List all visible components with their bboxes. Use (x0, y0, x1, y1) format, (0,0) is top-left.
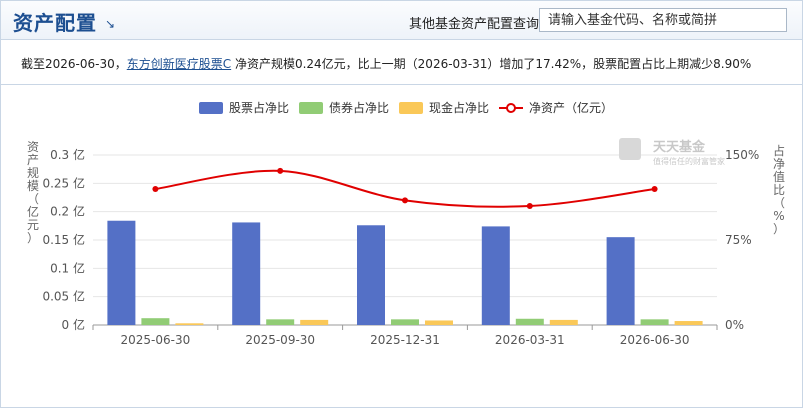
bar-1-0 (141, 318, 170, 325)
right-tick-label: 150% (725, 148, 759, 162)
bar-0-3 (481, 226, 510, 325)
right-axis-title: 占净值比（%） (773, 143, 785, 236)
watermark-name: 天天基金 (653, 139, 706, 155)
watermark: 天天基金 值得信任的财富管家 (619, 138, 725, 166)
bar-2-4 (674, 321, 703, 325)
legend-swatch-0 (199, 102, 223, 114)
left-tick-label: 0 亿 (62, 317, 85, 332)
legend-label-1: 债券占净比 (329, 100, 389, 115)
x-tick-label: 2025-06-30 (121, 333, 191, 347)
right-tick-label: 75% (725, 233, 752, 247)
bar-2-2 (425, 320, 453, 325)
x-tick-label: 2025-09-30 (245, 333, 315, 347)
expand-arrow-icon[interactable]: ↘ (105, 17, 115, 31)
watermark-logo-icon (619, 138, 641, 160)
bar-0-1 (232, 222, 261, 325)
bar-2-1 (300, 319, 329, 325)
bar-1-1 (266, 319, 295, 325)
legend-swatch-1 (299, 102, 323, 114)
left-tick-label: 0.2 亿 (50, 204, 85, 219)
net-asset-point-2 (402, 197, 408, 204)
legend-label-2: 现金占净比 (429, 100, 489, 115)
left-tick-label: 0.15 亿 (42, 232, 85, 247)
legend-swatch-2 (399, 102, 423, 114)
legend-line-marker (506, 103, 516, 113)
x-tick-label: 2026-03-31 (495, 333, 565, 347)
x-tick-label: 2026-06-30 (620, 333, 690, 347)
panel-header: 资产配置 ↘ 其他基金资产配置查询: (1, 1, 802, 40)
asset-allocation-panel: 资产配置 ↘ 其他基金资产配置查询: 截至2026-06-30，东方创新医疗股票… (0, 0, 803, 408)
watermark-slogan: 值得信任的财富管家 (653, 156, 725, 166)
right-tick-label: 0% (725, 318, 744, 332)
chart-line (152, 167, 658, 209)
net-asset-point-3 (526, 203, 533, 209)
chart-bars (107, 220, 703, 325)
bar-2-0 (175, 323, 204, 325)
chart-legend: 股票占净比 债券占净比 现金占净比 净资产（亿元） (199, 100, 613, 115)
net-asset-point-1 (277, 167, 284, 174)
left-axis-title: 资产规模（亿元） (27, 140, 39, 245)
bar-1-4 (640, 319, 669, 325)
fund-search-input[interactable] (539, 8, 787, 32)
legend-label-0: 股票占净比 (229, 100, 289, 115)
chart-axes: 0 亿 0.05 亿 0.1 亿 0.15 亿 0.2 亿 0.25 亿 0.3 亿 0% 75… (27, 140, 785, 347)
net-asset-point-0 (152, 186, 159, 192)
page-title: 资产配置 (13, 11, 97, 35)
left-tick-label: 0.05 亿 (42, 289, 85, 304)
net-asset-point-4 (651, 186, 658, 192)
bar-1-2 (391, 319, 419, 325)
bar-0-0 (107, 220, 136, 325)
summary-text: 截至2026-06-30，东方创新医疗股票C 净资产规模0.24亿元，比上一期（… (21, 55, 751, 72)
fund-query-label: 其他基金资产配置查询: (409, 17, 544, 32)
bar-1-3 (515, 318, 544, 325)
summary-bar: 截至2026-06-30，东方创新医疗股票C 净资产规模0.24亿元，比上一期（… (1, 40, 802, 85)
bar-2-3 (549, 319, 578, 325)
legend-label-line: 净资产（亿元） (529, 100, 613, 115)
summary-suffix: 净资产规模0.24亿元，比上一期（2026-03-31）增加了17.42%，股票… (231, 57, 752, 71)
asset-allocation-chart: 股票占净比 债券占净比 现金占净比 净资产（亿元） 天天基金 值得信任的财富管家 0 … (27, 100, 785, 347)
bar-0-4 (606, 237, 635, 325)
bar-0-2 (357, 225, 385, 325)
x-tick-label: 2025-12-31 (370, 333, 440, 347)
fund-name-link[interactable]: 东方创新医疗股票C (127, 57, 231, 71)
left-tick-label: 0.25 亿 (42, 175, 85, 190)
left-tick-label: 0.1 亿 (50, 260, 85, 275)
summary-prefix: 截至2026-06-30， (21, 57, 127, 71)
left-tick-label: 0.3 亿 (50, 147, 85, 162)
